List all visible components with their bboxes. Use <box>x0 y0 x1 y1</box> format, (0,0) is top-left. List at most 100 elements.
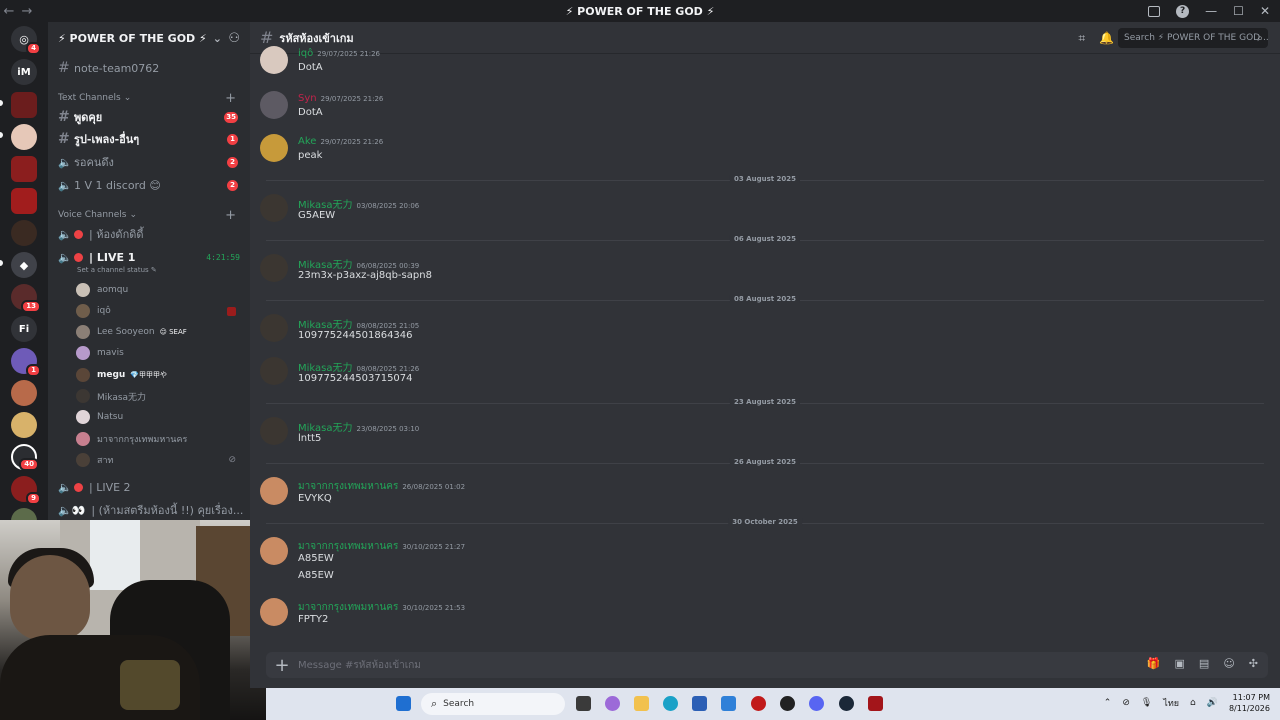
emoji-icon[interactable]: ☺ <box>1223 657 1234 670</box>
server-icon-15[interactable]: 9 <box>11 476 41 505</box>
gif-icon[interactable]: ▣ <box>1175 657 1185 670</box>
threads-icon[interactable]: ⌗ <box>1078 31 1085 46</box>
bell-icon[interactable]: 🔔 <box>1099 31 1114 46</box>
author-name[interactable]: Syn <box>298 93 317 104</box>
mention-badge: 1 <box>227 133 238 145</box>
avatar <box>260 314 288 342</box>
task-view-icon[interactable] <box>576 696 591 711</box>
author-name[interactable]: มาจากกรุงเทพมหานคร <box>298 541 398 552</box>
server-icon-9[interactable]: 13 <box>11 284 41 313</box>
voice-user[interactable]: aomqu <box>76 280 240 300</box>
voice-channel-4[interactable]: 🔈 👀 | (ห้ามสตรีมห้องนี้ !!) คุยเรื่อง... <box>58 500 243 520</box>
server-icon-8[interactable]: ◆ <box>11 252 37 278</box>
invite-people-icon[interactable]: ⚇ <box>228 31 240 46</box>
channel-note-team[interactable]: # note-team0762 <box>58 58 242 78</box>
add-channel-icon[interactable]: + <box>225 91 236 106</box>
date-divider: 23 August 2025 <box>266 398 1264 406</box>
author-name[interactable]: มาจากกรุงเทพมหานคร <box>298 481 398 492</box>
category-voice-channels[interactable]: Voice Channels ⌄ + <box>58 208 240 223</box>
help-icon[interactable]: ? <box>1176 4 1190 18</box>
channel-text-3[interactable]: 🔈 รอคนดึง 2 <box>58 152 242 172</box>
message-input[interactable]: + Message #รหัสห้องเข้าเกม 🎁 ▣ ▤ ☺ ✣ <box>266 652 1268 678</box>
attach-plus-icon[interactable]: + <box>266 655 298 676</box>
clock[interactable]: 11:07 PM 8/11/2026 <box>1229 692 1270 714</box>
app-dark-icon[interactable] <box>780 696 795 711</box>
channel-text-2[interactable]: # รูป-เพลง-อื่นๆ 1 <box>58 129 242 149</box>
server-icon-11[interactable]: 1 <box>11 348 41 377</box>
maximize-button[interactable]: ☐ <box>1233 4 1244 18</box>
server-icon-3[interactable] <box>11 92 37 118</box>
file-explorer-icon[interactable] <box>634 696 649 711</box>
back-arrow-icon[interactable]: ← <box>0 4 18 19</box>
voice-user[interactable]: มาจากกรุงเทพมหานคร <box>76 429 240 449</box>
message-text: FPTY2 <box>298 614 329 625</box>
message-meta: Mikasa无力 08/08/2025 21:05 <box>298 316 419 331</box>
server-rail: ◎ 4 iM ◆ 13 Fi 1 40 9 <box>0 22 48 534</box>
app-red-icon[interactable] <box>751 696 766 711</box>
server-icon-7[interactable] <box>11 220 37 246</box>
close-button[interactable]: ✕ <box>1260 4 1270 18</box>
author-name[interactable]: Ake <box>298 136 316 147</box>
chevron-down-icon: ⌄ <box>212 31 222 45</box>
microphone-icon[interactable]: 🎙 <box>1141 698 1152 708</box>
server-icon-6[interactable] <box>11 188 37 214</box>
window-title: ⚡ POWER OF THE GOD ⚡ <box>565 4 715 18</box>
voice-user[interactable]: Natsu <box>76 407 240 427</box>
inbox-icon[interactable] <box>1148 5 1161 17</box>
server-icon-14[interactable]: 40 <box>11 444 39 471</box>
channel-status[interactable]: Set a channel status ✎ <box>77 266 157 274</box>
author-name[interactable]: มาจากกรุงเทพมหานคร <box>298 602 398 613</box>
voice-user[interactable]: iqô <box>76 301 240 321</box>
minimize-button[interactable]: — <box>1205 4 1217 18</box>
author-name[interactable]: iqô <box>298 48 313 59</box>
webcam-overlay <box>0 520 266 720</box>
message-meta: Mikasa无力 23/08/2025 03:10 <box>298 419 419 434</box>
dota-icon[interactable] <box>868 696 883 711</box>
sticker-icon[interactable]: ▤ <box>1199 657 1209 670</box>
windows-start-icon[interactable] <box>396 696 411 711</box>
server-icon-12[interactable] <box>11 380 37 406</box>
server-icon-4[interactable] <box>11 124 37 150</box>
voice-user[interactable]: Mikasa无力 <box>76 386 240 406</box>
discord-taskbar-icon[interactable] <box>809 696 824 711</box>
volume-icon[interactable]: 🔊 <box>1207 698 1218 708</box>
voice-user[interactable]: mavis <box>76 343 240 363</box>
server-11-badge: 1 <box>26 364 41 377</box>
steam-icon[interactable] <box>839 696 854 711</box>
edge-icon[interactable] <box>663 696 678 711</box>
copilot-icon[interactable] <box>605 696 620 711</box>
outlook-icon[interactable] <box>721 696 736 711</box>
category-label: Voice Channels <box>58 210 127 220</box>
taskbar-search[interactable]: ⌕ Search <box>421 693 565 715</box>
message-text: EVYKQ <box>298 493 332 504</box>
voice-channel-1[interactable]: 🔈 | ห้องดักดิดี้ <box>58 224 242 244</box>
discord-home-icon[interactable]: ◎ 4 <box>11 26 41 55</box>
server-header[interactable]: ⚡ POWER OF THE GOD ⚡ ⌄ ⚇ <box>48 22 250 54</box>
add-channel-icon[interactable]: + <box>225 208 236 223</box>
search-input[interactable]: Search ⚡ POWER OF THE GOD ... ⌕ <box>1118 28 1268 48</box>
server-icon-13[interactable] <box>11 412 37 438</box>
server-icon-5[interactable] <box>11 156 37 182</box>
voice-channel-live-1[interactable]: 🔈 | LIVE 1 4:21:59 <box>58 247 242 267</box>
voice-user[interactable]: megu 💎甲甲甲や <box>76 365 240 385</box>
network-off-icon[interactable]: ⊘ <box>1122 698 1130 708</box>
search-placeholder: Search ⚡ POWER OF THE GOD ... <box>1124 33 1268 43</box>
forward-arrow-icon[interactable]: → <box>18 4 36 19</box>
voice-user[interactable]: สาท ⊘ <box>76 450 240 470</box>
voice-user[interactable]: Lee Sooyeon 😌 SEAF <box>76 322 240 342</box>
chevron-up-icon[interactable]: ⌃ <box>1104 698 1112 708</box>
server-im[interactable]: iM <box>11 59 37 85</box>
message-text: A85EW <box>298 570 334 581</box>
taskbar: ⌕ Search ⌃ ⊘ 🎙 ไทย ⌂ 🔊 11:07 PM 8/11/202… <box>266 688 1280 720</box>
channel-text-4[interactable]: 🔈 1 V 1 discord 😊 2 <box>58 175 242 195</box>
wifi-icon[interactable]: ⌂ <box>1190 698 1196 708</box>
apps-icon[interactable]: ✣ <box>1249 657 1258 670</box>
system-tray: ⌃ ⊘ 🎙 ไทย ⌂ 🔊 11:07 PM 8/11/2026 <box>1104 692 1270 714</box>
channel-text-1[interactable]: # พูดคุย 35 <box>58 107 242 127</box>
language-indicator[interactable]: ไทย <box>1163 696 1179 710</box>
server-fi[interactable]: Fi <box>11 316 37 342</box>
gift-icon[interactable]: 🎁 <box>1147 657 1161 670</box>
store-icon[interactable] <box>692 696 707 711</box>
voice-channel-live-2[interactable]: 🔈 | LIVE 2 <box>58 477 242 497</box>
category-text-channels[interactable]: Text Channels ⌄ + <box>58 91 240 106</box>
